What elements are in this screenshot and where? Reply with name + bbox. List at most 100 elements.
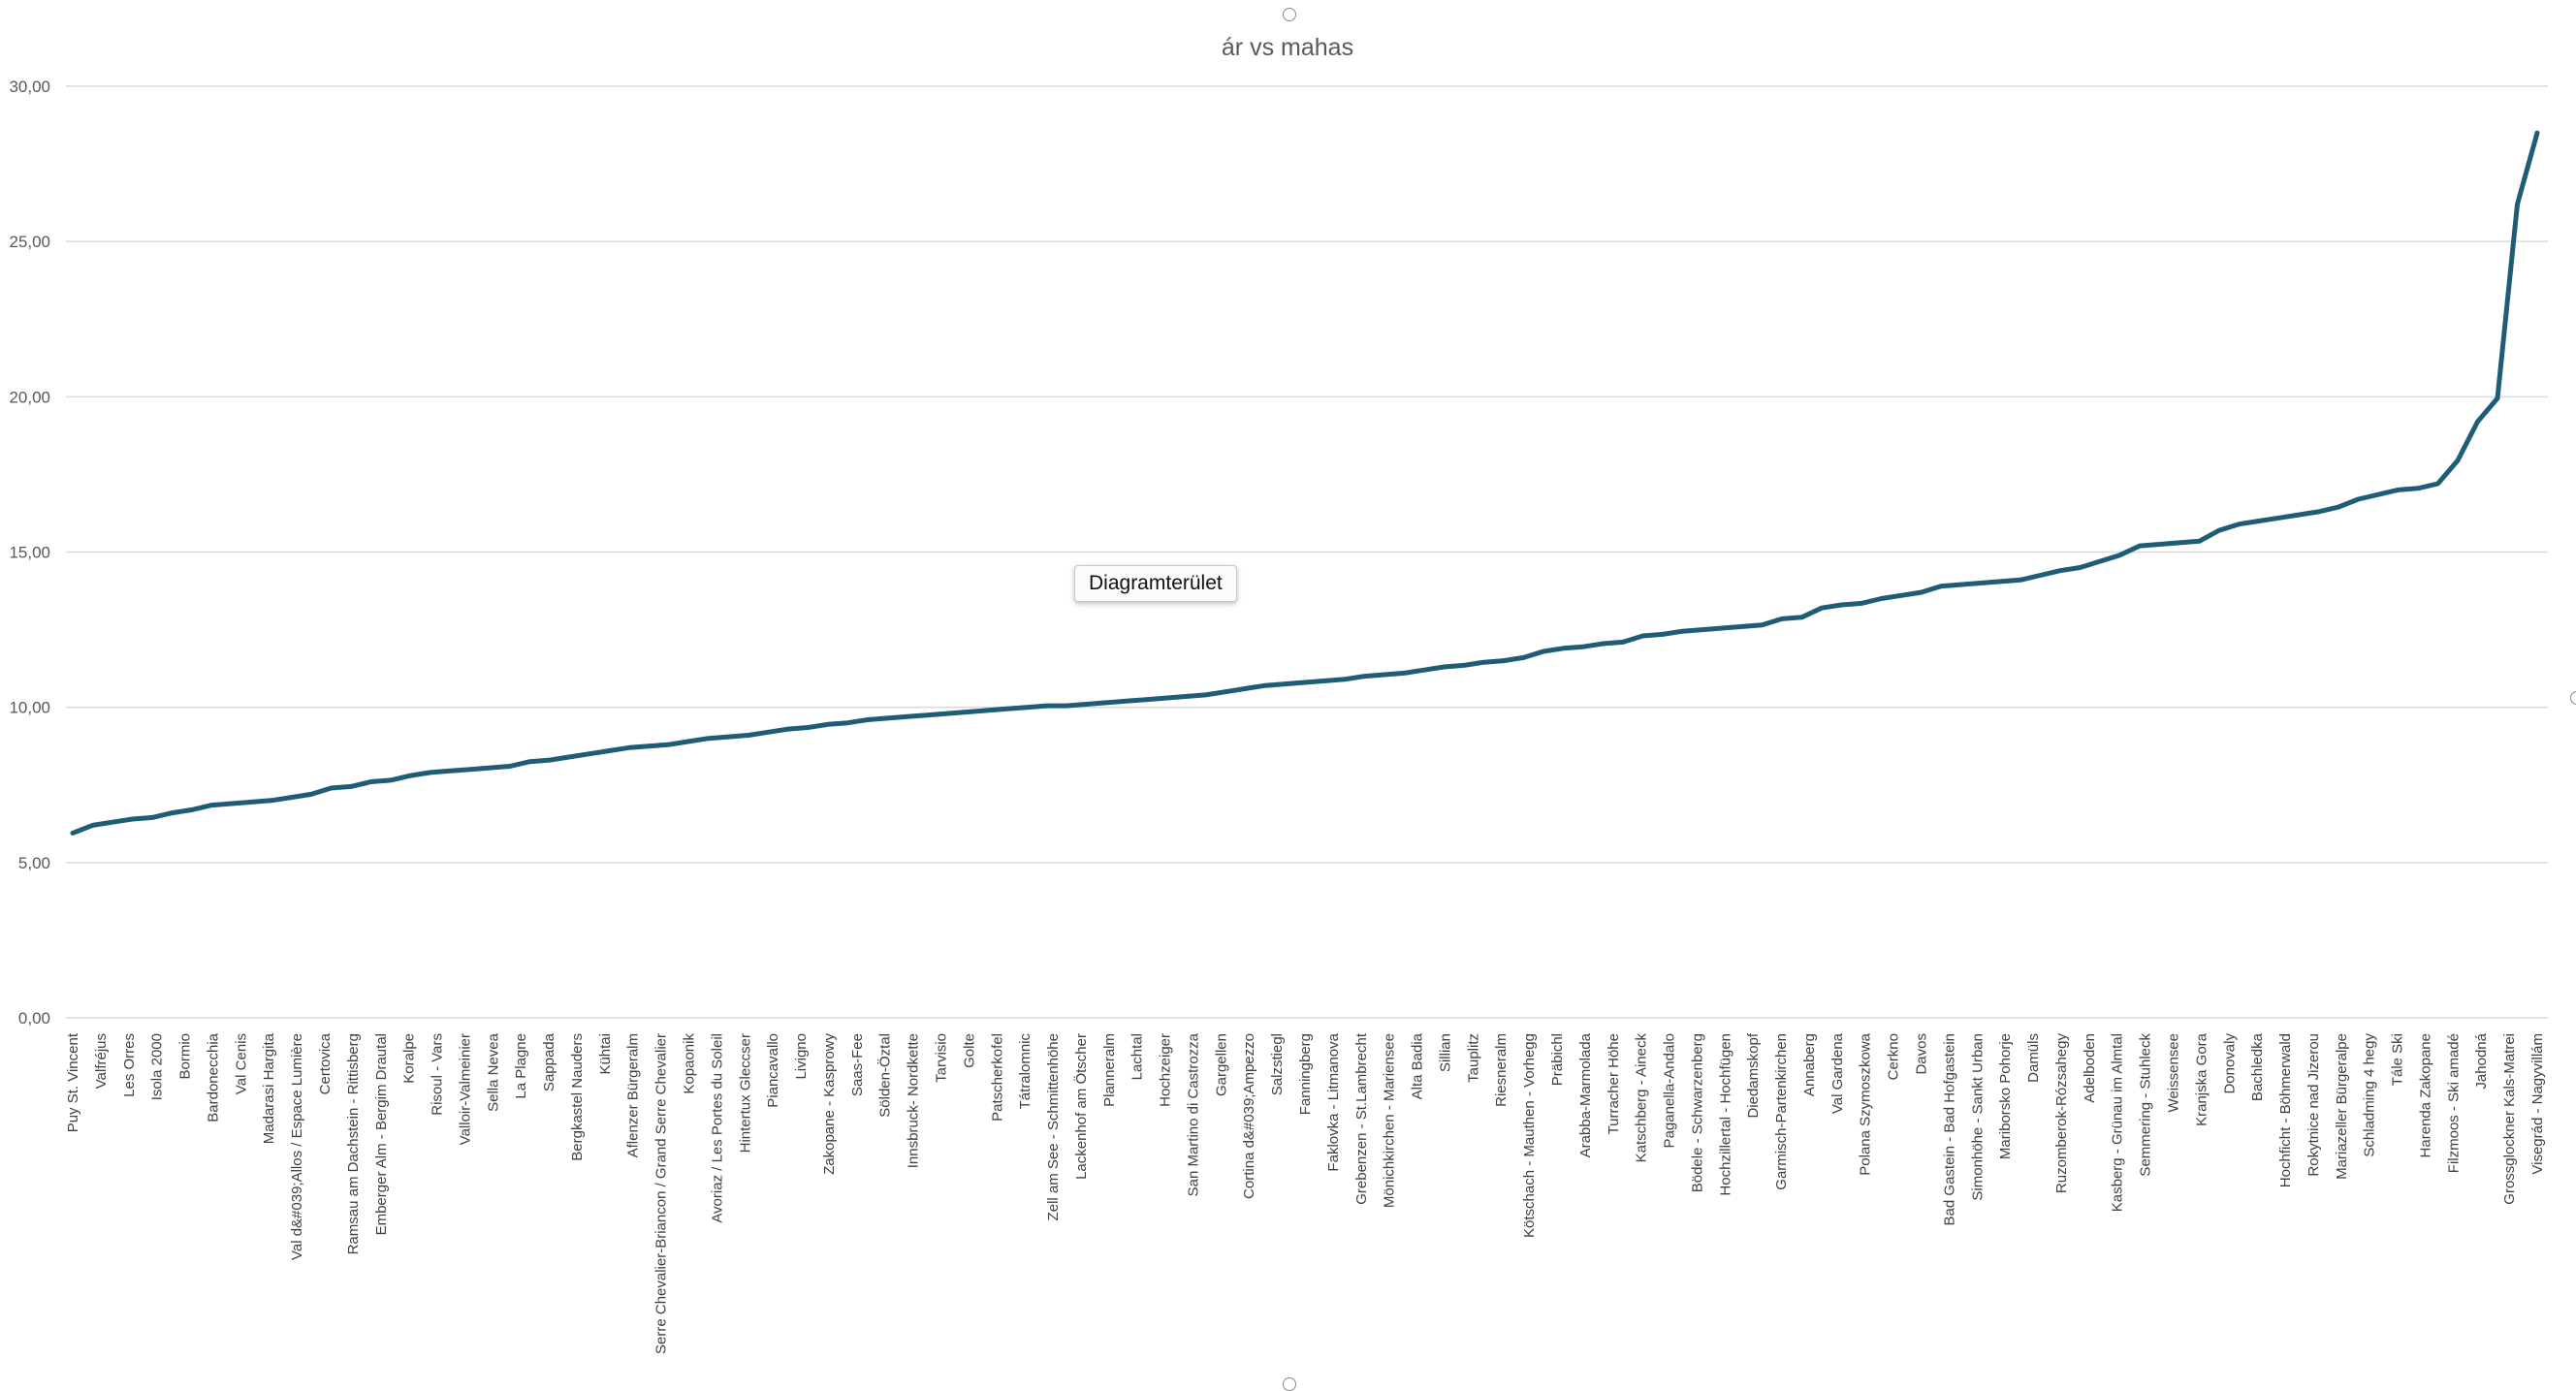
y-tick-label: 20,00 <box>9 388 50 406</box>
x-tick-label: Madarasi Hargita <box>261 1032 277 1144</box>
x-tick-label: Hochficht - Böhmerwald <box>2277 1033 2294 1187</box>
x-tick-label: Grossglockner Kals-Matrei <box>2501 1033 2518 1205</box>
x-tick-label: Polana Szymoszkowa <box>1858 1032 1874 1175</box>
x-tick-label: Risoul - Vars <box>429 1033 446 1116</box>
series-line[interactable] <box>70 130 2540 836</box>
x-tick-label: Valloir-Valmeinier <box>457 1033 473 1145</box>
x-tick-label: Fanningberg <box>1297 1033 1314 1115</box>
x-tick-label: Adelboden <box>2082 1033 2098 1103</box>
x-tick-label: Alta Badia <box>1410 1032 1426 1099</box>
y-tick-label: 5,00 <box>18 854 50 872</box>
x-tick-label: Mariazeller Bürgeralpe <box>2334 1033 2350 1180</box>
x-tick-label: Damüls <box>2025 1033 2042 1083</box>
chart-title: ár vs mahas <box>1222 34 1353 61</box>
x-tick-label: Katschberg - Aineck <box>1634 1033 1650 1163</box>
x-tick-label: Hintertux Gleccser <box>737 1033 753 1153</box>
x-tick-label: Valfréjus <box>93 1033 110 1089</box>
x-tick-label: Serre Chevalier-Briancon / Grand Serre C… <box>653 1033 670 1354</box>
x-tick-label: Faklovka - Litmanova <box>1325 1032 1342 1171</box>
x-tick-label: Bachledka <box>2249 1032 2266 1101</box>
x-tick-label: Piancavallo <box>765 1033 781 1108</box>
x-tick-label: Paganella-Andalo <box>1662 1033 1678 1148</box>
x-tick-label: La Plagne <box>513 1033 529 1099</box>
chart-area-tooltip: Diagramterület <box>1074 565 1237 602</box>
x-tick-label: Mariborsko Pohorje <box>1997 1033 2014 1159</box>
x-tick-label: Ramsau am Dachstein - Rittisberg <box>345 1033 362 1254</box>
x-tick-label: Riesneralm <box>1493 1033 1510 1107</box>
x-tick-label: Kranjska Gora <box>2193 1032 2210 1126</box>
x-tick-label: Bormio <box>177 1033 194 1080</box>
x-tick-label: Tauplitz <box>1465 1033 1481 1083</box>
x-tick-label: Präbichl <box>1549 1033 1566 1086</box>
x-tick-label: Semmering - Stuhleck <box>2138 1033 2154 1177</box>
x-tick-label: Kötschach - Mauthen - Vorhegg <box>1521 1033 1538 1238</box>
x-tick-label: Avoriaz / Les Portes du Soleil <box>709 1033 725 1223</box>
x-tick-label: Koralpe <box>401 1033 418 1084</box>
x-tick-label: Bödele - Schwarzenberg <box>1689 1033 1705 1192</box>
x-tick-label: Emberger Alm - Bergim Drautal <box>373 1033 390 1235</box>
x-tick-label: Cerkno <box>1886 1033 1902 1080</box>
x-tick-label: Visegrád - Nagyvillám <box>2529 1033 2546 1175</box>
x-tick-label: Bad Gastein - Bad Hofgastein <box>1941 1033 1957 1225</box>
resize-handle-bottom[interactable] <box>1283 1377 1296 1391</box>
y-tick-label: 10,00 <box>9 699 50 717</box>
x-tick-label: Mönichkirchen - Mariensee <box>1382 1033 1398 1208</box>
x-tick-label: Sölden-Öztal <box>876 1033 894 1118</box>
x-tick-label: Saas-Fee <box>849 1033 866 1096</box>
x-tick-label: Weissensee <box>2166 1033 2182 1112</box>
x-tick-label: Sillian <box>1437 1033 1453 1072</box>
x-tick-label: Patscherkofel <box>989 1033 1005 1122</box>
x-tick-label: Val Cenis <box>233 1033 249 1094</box>
x-tick-label: Tarvisio <box>934 1033 950 1083</box>
x-tick-label: Livigno <box>793 1033 810 1080</box>
x-tick-label: Bardonecchia <box>205 1032 221 1122</box>
x-tick-label: Turracher Höhe <box>1606 1033 1622 1135</box>
y-tick-label: 0,00 <box>18 1009 50 1027</box>
x-tick-label: Simonhöhe - Sankt Urban <box>1969 1033 1986 1201</box>
x-tick-label: Hochzeiger <box>1158 1033 1174 1107</box>
x-tick-label: Annaberg <box>1801 1033 1818 1096</box>
x-tick-label: Certovica <box>317 1032 334 1094</box>
x-tick-label: Lackenhof am Ötscher <box>1072 1033 1090 1180</box>
y-axis-tick-labels: 0,00 5,00 10,00 15,00 20,00 25,00 30,00 <box>9 78 50 1027</box>
x-tick-label: Zakopane - Kasprowy <box>821 1033 838 1175</box>
x-tick-label: Kühtai <box>597 1033 614 1075</box>
x-tick-label: Garmisch-Partenkirchen <box>1773 1033 1790 1190</box>
x-tick-label: Aflenzer Bürgeralm <box>625 1033 642 1157</box>
x-tick-label: Schladming 4 hegy <box>2362 1033 2378 1157</box>
x-tick-label: Cortina d&#039;Ampezzo <box>1241 1033 1257 1199</box>
x-tick-label: Planneralm <box>1101 1033 1118 1107</box>
x-tick-label: Harenda Zakopane <box>2418 1033 2434 1157</box>
y-tick-label: 30,00 <box>9 78 50 96</box>
y-tick-label: 25,00 <box>9 233 50 251</box>
gridlines <box>66 85 2548 1019</box>
x-tick-label: San Martino di Castrozza <box>1186 1032 1202 1196</box>
line-chart[interactable]: ár vs mahas 0,00 5,00 10,00 15,00 20,00 25,00… <box>0 0 2576 1385</box>
y-tick-label: 15,00 <box>9 544 50 562</box>
x-tick-label: Hochzillertal - Hochfügen <box>1717 1033 1733 1196</box>
x-tick-label: Davos <box>1914 1033 1930 1075</box>
x-tick-label: Diedamskopf <box>1745 1032 1762 1118</box>
x-tick-label: Tátralomnic <box>1017 1033 1034 1110</box>
x-tick-label: Gargellen <box>1213 1033 1229 1096</box>
x-tick-label: Sella Nevea <box>485 1032 501 1112</box>
x-tick-label: Val Gardena <box>1829 1032 1846 1114</box>
x-tick-label: Innsbruck- Nordkette <box>906 1033 922 1168</box>
x-tick-label: Donovaly <box>2221 1033 2238 1094</box>
x-tick-label: Jahodná <box>2473 1032 2490 1089</box>
x-tick-label: Arabba-Marmolada <box>1577 1032 1594 1157</box>
x-tick-label: Puy St. Vincent <box>65 1032 81 1132</box>
resize-handle-top[interactable] <box>1283 8 1296 21</box>
x-tick-label: Salzstiegl <box>1269 1033 1286 1095</box>
x-tick-label: Tále Ski <box>2390 1033 2406 1086</box>
x-tick-label: Grebenzen - St.Lambrecht <box>1353 1032 1370 1205</box>
x-tick-label: Golte <box>961 1033 977 1068</box>
x-tick-label: Rokytnice nad Jizerou <box>2306 1033 2322 1177</box>
x-tick-label: Sappada <box>541 1032 557 1091</box>
x-tick-label: Bergkastel Nauders <box>569 1033 586 1161</box>
x-tick-label: Lachtal <box>1129 1033 1146 1080</box>
x-tick-label: Val d&#039;Allos / Espace Lumière <box>289 1033 305 1260</box>
x-tick-label: Filzmoos - Ski amadé <box>2445 1033 2462 1173</box>
x-tick-label: Zell am See - Schmittenhöhe <box>1045 1033 1062 1220</box>
x-tick-label: Isola 2000 <box>149 1033 166 1100</box>
